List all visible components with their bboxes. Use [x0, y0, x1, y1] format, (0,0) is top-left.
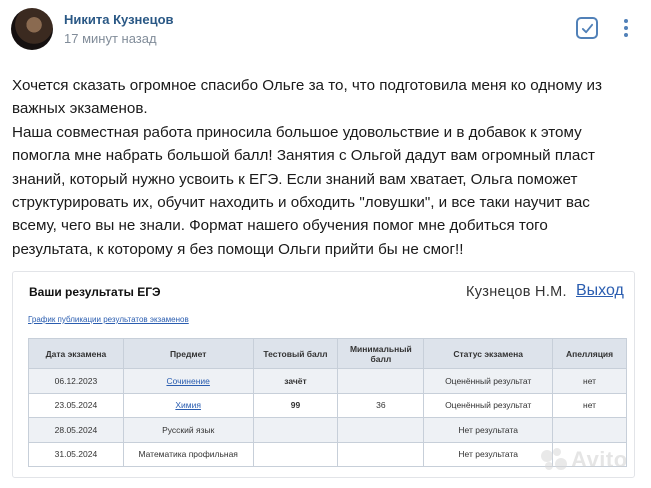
subject-link[interactable]: Сочинение — [166, 376, 209, 386]
post-text-line: знаний, который нужно усвоить к ЕГЭ. Есл… — [12, 170, 578, 188]
post-text-line: Хочется сказать огромное спасибо Ольге з… — [12, 77, 602, 94]
test-score: зачёт — [252, 368, 339, 394]
post-text-line: структурировать их, обучит находить и об… — [12, 194, 590, 212]
min-score — [337, 368, 425, 394]
table-row: 31.05.2024 Математика профильная Нет рез… — [28, 441, 627, 467]
subject-cell: Химия — [122, 392, 254, 418]
appeal — [552, 417, 627, 443]
exam-date: 06.12.2023 — [28, 368, 124, 394]
column-header: Апелляция — [552, 338, 627, 369]
test-score: 99 — [252, 392, 339, 418]
exam-date: 23.05.2024 — [28, 392, 124, 418]
post-header: Никита Кузнецов 17 минут назад — [8, 6, 643, 56]
column-header: Статус экзамена — [423, 338, 554, 369]
results-title: Ваши результаты ЕГЭ — [29, 285, 161, 299]
column-header: Минимальный балл — [337, 338, 425, 369]
post-text-line: помогла мне набрать большой балл! Заняти… — [12, 147, 595, 165]
column-header: Тестовый балл — [252, 338, 339, 369]
author-name[interactable]: Никита Кузнецов — [64, 12, 174, 27]
post-text-line: важных экзаменов. — [12, 100, 148, 118]
exam-status: Оценённый результат — [423, 392, 554, 418]
results-table: Дата экзамена Предмет Тестовый балл Мини… — [28, 338, 627, 467]
min-score: 36 — [337, 392, 425, 418]
user-name: Кузнецов Н.М. — [466, 284, 567, 300]
appeal: нет — [552, 368, 627, 394]
table-row: 23.05.2024 Химия 99 36 Оценённый результ… — [28, 392, 627, 418]
post-text-line: всему, чего вы не знали. Формат нашего о… — [12, 217, 548, 235]
subject-cell: Математика профильная — [122, 441, 254, 467]
post-time[interactable]: 17 минут назад — [64, 31, 157, 46]
exam-date: 28.05.2024 — [28, 417, 124, 443]
exam-status: Оценённый результат — [423, 368, 554, 394]
subject-link[interactable]: Химия — [175, 400, 201, 410]
exam-status: Нет результата — [423, 441, 554, 467]
post-text-line: Наша совместная работа приносила большое… — [12, 123, 582, 141]
subject-cell: Сочинение — [122, 368, 254, 394]
subject-cell: Русский язык — [122, 417, 254, 443]
table-row: 06.12.2023 Сочинение зачёт Оценённый рез… — [28, 368, 627, 394]
checkbox-icon[interactable] — [576, 17, 598, 39]
avatar[interactable] — [11, 8, 53, 50]
post-text: Хочется сказать огромное спасибо Ольге з… — [12, 74, 642, 261]
test-score — [252, 441, 339, 467]
column-header: Предмет — [122, 338, 254, 369]
exam-date: 31.05.2024 — [28, 441, 124, 467]
min-score — [337, 417, 425, 443]
column-header: Дата экзамена — [28, 338, 124, 369]
more-options-icon[interactable] — [616, 16, 636, 40]
appeal: нет — [552, 392, 627, 418]
min-score — [337, 441, 425, 467]
post-text-line: результата, к которому я без помощи Ольг… — [12, 240, 464, 258]
watermark-text: Avito — [571, 447, 628, 472]
test-score — [252, 417, 339, 443]
schedule-link[interactable]: График публикации результатов экзаменов — [28, 315, 189, 324]
exam-status: Нет результата — [423, 417, 554, 443]
logout-link[interactable]: Выход — [576, 282, 624, 300]
table-header-row: Дата экзамена Предмет Тестовый балл Мини… — [28, 338, 627, 369]
avito-logo-icon — [541, 448, 567, 472]
avito-watermark: Avito — [541, 447, 628, 473]
table-row: 28.05.2024 Русский язык Нет результата — [28, 417, 627, 443]
